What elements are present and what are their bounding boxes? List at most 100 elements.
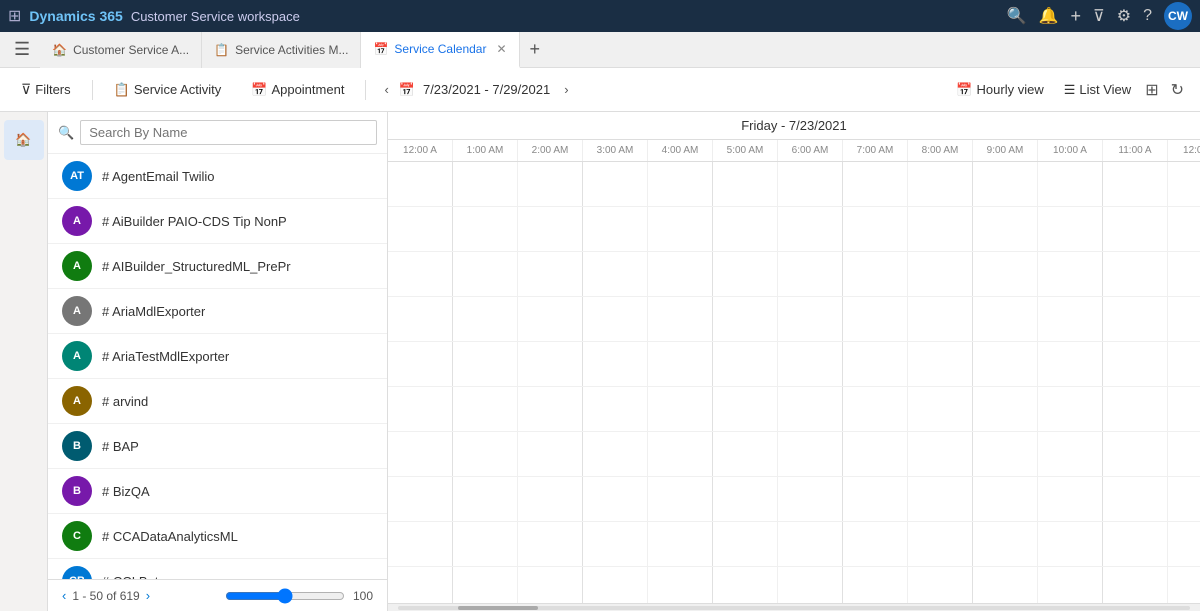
- list-item[interactable]: B # BAP: [48, 424, 387, 469]
- add-icon[interactable]: +: [1071, 6, 1082, 27]
- calendar-cell[interactable]: [518, 522, 583, 566]
- calendar-cell[interactable]: [388, 387, 453, 431]
- grid-icon[interactable]: ⊞: [8, 6, 21, 26]
- calendar-cell[interactable]: [583, 522, 648, 566]
- list-item[interactable]: A # AiBuilder PAIO-CDS Tip NonP: [48, 199, 387, 244]
- calendar-cell[interactable]: [453, 342, 518, 386]
- calendar-cell[interactable]: [583, 477, 648, 521]
- calendar-cell[interactable]: [388, 162, 453, 206]
- calendar-cell[interactable]: [453, 477, 518, 521]
- calendar-cell[interactable]: [778, 162, 843, 206]
- calendar-cell[interactable]: [1168, 522, 1200, 566]
- calendar-cell[interactable]: [778, 432, 843, 476]
- calendar-cell[interactable]: [1168, 252, 1200, 296]
- calendar-cell[interactable]: [583, 297, 648, 341]
- calendar-cell[interactable]: [843, 567, 908, 603]
- calendar-cell[interactable]: [648, 567, 713, 603]
- calendar-cell[interactable]: [388, 252, 453, 296]
- calendar-cell[interactable]: [518, 207, 583, 251]
- calendar-cell[interactable]: [908, 567, 973, 603]
- prev-page-button[interactable]: ‹: [62, 588, 66, 603]
- calendar-cell[interactable]: [583, 252, 648, 296]
- appointment-button[interactable]: 📅 Appointment: [242, 77, 353, 103]
- calendar-cell[interactable]: [713, 522, 778, 566]
- calendar-cell[interactable]: [1038, 297, 1103, 341]
- list-item[interactable]: A # AriaMdlExporter: [48, 289, 387, 334]
- calendar-cell[interactable]: [973, 162, 1038, 206]
- calendar-cell[interactable]: [778, 207, 843, 251]
- calendar-cell[interactable]: [388, 477, 453, 521]
- list-view-button[interactable]: ☰ List View: [1058, 78, 1137, 102]
- calendar-cell[interactable]: [648, 387, 713, 431]
- calendar-cell[interactable]: [518, 252, 583, 296]
- calendar-cell[interactable]: [778, 387, 843, 431]
- calendar-cell[interactable]: [1103, 387, 1168, 431]
- calendar-cell[interactable]: [518, 297, 583, 341]
- calendar-cell[interactable]: [518, 342, 583, 386]
- calendar-cell[interactable]: [713, 252, 778, 296]
- calendar-cell[interactable]: [973, 207, 1038, 251]
- tab-service-activities[interactable]: 📋 Service Activities M...: [202, 32, 361, 68]
- list-item[interactable]: CB # CCI Bots: [48, 559, 387, 579]
- calendar-cell[interactable]: [778, 567, 843, 603]
- help-icon[interactable]: ?: [1143, 7, 1152, 25]
- calendar-cell[interactable]: [973, 432, 1038, 476]
- calendar-cell[interactable]: [908, 207, 973, 251]
- tab-close-button[interactable]: ✕: [496, 42, 506, 56]
- list-item[interactable]: B # BizQA: [48, 469, 387, 514]
- calendar-cell[interactable]: [973, 252, 1038, 296]
- calendar-cell[interactable]: [843, 432, 908, 476]
- calendar-cell[interactable]: [778, 477, 843, 521]
- calendar-cell[interactable]: [648, 297, 713, 341]
- calendar-cell[interactable]: [843, 162, 908, 206]
- prev-date-button[interactable]: ‹: [378, 78, 394, 101]
- calendar-cell[interactable]: [1038, 162, 1103, 206]
- calendar-cell[interactable]: [1038, 387, 1103, 431]
- calendar-cell[interactable]: [648, 432, 713, 476]
- calendar-cell[interactable]: [843, 522, 908, 566]
- notification-icon[interactable]: 🔔: [1039, 6, 1059, 26]
- calendar-cell[interactable]: [1168, 567, 1200, 603]
- calendar-cell[interactable]: [388, 342, 453, 386]
- calendar-cell[interactable]: [1103, 432, 1168, 476]
- hourly-view-button[interactable]: 📅 Hourly view: [950, 78, 1049, 102]
- list-item[interactable]: A # AIBuilder_StructuredML_PrePr: [48, 244, 387, 289]
- calendar-cell[interactable]: [453, 567, 518, 603]
- calendar-cell[interactable]: [453, 387, 518, 431]
- calendar-cell[interactable]: [713, 567, 778, 603]
- calendar-cell[interactable]: [453, 207, 518, 251]
- tab-menu-button[interactable]: ☰: [4, 39, 40, 60]
- calendar-cell[interactable]: [973, 342, 1038, 386]
- calendar-cell[interactable]: [843, 252, 908, 296]
- calendar-cell[interactable]: [518, 432, 583, 476]
- calendar-cell[interactable]: [1168, 387, 1200, 431]
- filter-icon[interactable]: ⊽: [1093, 6, 1105, 26]
- calendar-cell[interactable]: [1103, 342, 1168, 386]
- calendar-cell[interactable]: [518, 567, 583, 603]
- calendar-cell[interactable]: [973, 567, 1038, 603]
- calendar-cell[interactable]: [1168, 207, 1200, 251]
- calendar-cell[interactable]: [1038, 567, 1103, 603]
- calendar-cell[interactable]: [583, 432, 648, 476]
- calendar-cell[interactable]: [648, 207, 713, 251]
- calendar-cell[interactable]: [453, 252, 518, 296]
- calendar-cell[interactable]: [713, 207, 778, 251]
- calendar-cell[interactable]: [908, 342, 973, 386]
- list-item[interactable]: AT # AgentEmail Twilio: [48, 154, 387, 199]
- calendar-cell[interactable]: [843, 387, 908, 431]
- calendar-cell[interactable]: [1038, 522, 1103, 566]
- calendar-cell[interactable]: [1103, 207, 1168, 251]
- calendar-cell[interactable]: [648, 522, 713, 566]
- calendar-cell[interactable]: [1103, 297, 1168, 341]
- calendar-cell[interactable]: [908, 252, 973, 296]
- calendar-cell[interactable]: [973, 522, 1038, 566]
- time-grid-wrapper[interactable]: 12:00 A1:00 AM2:00 AM3:00 AM4:00 AM5:00 …: [388, 140, 1200, 603]
- calendar-cell[interactable]: [388, 567, 453, 603]
- calendar-cell[interactable]: [453, 297, 518, 341]
- calendar-cell[interactable]: [388, 522, 453, 566]
- calendar-cell[interactable]: [1168, 162, 1200, 206]
- zoom-slider[interactable]: [225, 588, 345, 604]
- calendar-cell[interactable]: [648, 252, 713, 296]
- refresh-button[interactable]: ↻: [1167, 76, 1188, 104]
- calendar-cell[interactable]: [1103, 477, 1168, 521]
